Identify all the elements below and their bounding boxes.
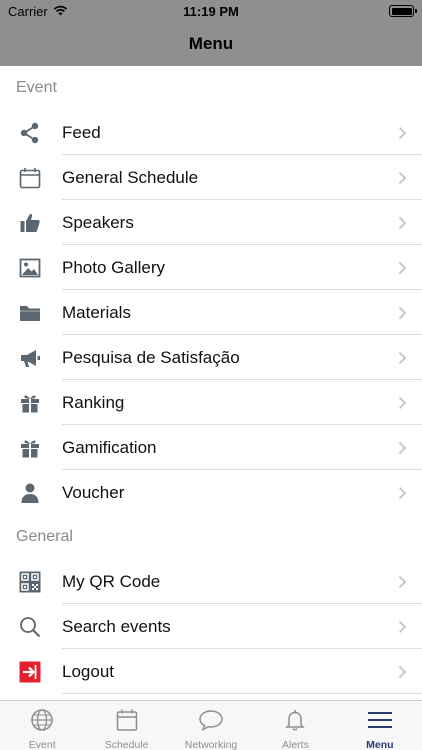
section-header-event: Event <box>16 79 57 96</box>
tab-alerts[interactable]: Alerts <box>253 701 337 750</box>
chevron-right-icon <box>382 126 422 140</box>
chevron-right-icon <box>382 351 422 365</box>
tab-label: Alerts <box>282 739 309 750</box>
chevron-right-icon <box>382 171 422 185</box>
menu-item-label: Search events <box>62 616 171 636</box>
image-icon <box>0 257 62 279</box>
menu-item-label: General Schedule <box>62 167 199 187</box>
megaphone-icon <box>0 347 62 369</box>
menu-item-label: My QR Code <box>62 571 161 591</box>
chevron-right-icon <box>382 306 422 320</box>
menu-item-my-qr-code[interactable]: My QR Code <box>0 559 422 604</box>
menu-item-label: Photo Gallery <box>62 257 165 277</box>
menu-item-photo-gallery[interactable]: Photo Gallery <box>0 245 422 290</box>
menu-item-label: Gamification <box>62 437 157 457</box>
logout-icon <box>0 661 62 683</box>
menu-item-voucher[interactable]: Voucher <box>0 470 422 515</box>
menu-item-gamification[interactable]: Gamification <box>0 425 422 470</box>
tab-label: Networking <box>184 739 238 750</box>
wifi-icon <box>53 4 68 19</box>
menu-item-label: Speakers <box>62 212 134 232</box>
gift-icon <box>0 392 62 414</box>
menu-item-label: Pesquisa de Satisfação <box>62 347 240 367</box>
chevron-right-icon <box>382 486 422 500</box>
menu-item-label: Ranking <box>62 392 125 412</box>
carrier-label: Carrier <box>8 3 48 19</box>
folder-icon <box>0 302 62 324</box>
chevron-right-icon <box>382 216 422 230</box>
menu-item-label: Materials <box>62 302 131 322</box>
menu-item-ranking[interactable]: Ranking <box>0 380 422 425</box>
page-title: Menu <box>188 34 234 53</box>
chevron-right-icon <box>382 396 422 410</box>
gift-icon <box>0 437 62 459</box>
chevron-right-icon <box>382 665 422 679</box>
chevron-right-icon <box>382 261 422 275</box>
battery-icon <box>389 5 417 17</box>
tab-label: Menu <box>366 739 394 750</box>
menu-item-label: Feed <box>62 122 101 142</box>
status-left: Carrier <box>8 4 128 19</box>
menu-item-label: Voucher <box>62 482 125 502</box>
menu-item-speakers[interactable]: Speakers <box>0 200 422 245</box>
tab-event[interactable]: Event <box>0 701 84 750</box>
search-icon <box>0 616 62 638</box>
navigation-bar: Menu <box>0 22 422 66</box>
section-header-general: General <box>16 528 73 545</box>
tab-schedule[interactable]: Schedule <box>84 701 168 750</box>
menu-item-search-events[interactable]: Search events <box>0 604 422 649</box>
thumbs-up-icon <box>0 212 62 234</box>
menu-list: Event Feed General Schedule Speakers Pho <box>0 66 422 700</box>
calendar-icon <box>0 167 62 189</box>
chat-bubble-icon <box>198 708 224 737</box>
status-time: 11:19 PM <box>183 3 239 19</box>
menu-item-pesquisa-de-satisfacao[interactable]: Pesquisa de Satisfação <box>0 335 422 380</box>
bell-icon <box>283 708 307 737</box>
menu-item-feed[interactable]: Feed <box>0 110 422 155</box>
tab-networking[interactable]: Networking <box>169 701 253 750</box>
share-icon <box>0 122 62 144</box>
calendar-icon <box>115 708 139 737</box>
tab-label: Schedule <box>104 739 149 750</box>
chevron-right-icon <box>382 441 422 455</box>
status-right <box>294 5 417 17</box>
qr-code-icon <box>0 571 62 593</box>
tab-bar: Event Schedule Networking Alerts Menu <box>0 700 422 750</box>
menu-item-logout[interactable]: Logout <box>0 649 422 694</box>
menu-item-general-schedule[interactable]: General Schedule <box>0 155 422 200</box>
menu-item-label: Logout <box>62 661 114 681</box>
tab-label: Event <box>28 739 56 750</box>
menu-item-materials[interactable]: Materials <box>0 290 422 335</box>
person-icon <box>0 482 62 504</box>
globe-icon <box>30 708 54 737</box>
chevron-right-icon <box>382 620 422 634</box>
tab-menu[interactable]: Menu <box>338 701 422 750</box>
hamburger-menu-icon <box>367 708 393 737</box>
chevron-right-icon <box>382 575 422 589</box>
status-bar: Carrier 11:19 PM <box>0 0 422 22</box>
